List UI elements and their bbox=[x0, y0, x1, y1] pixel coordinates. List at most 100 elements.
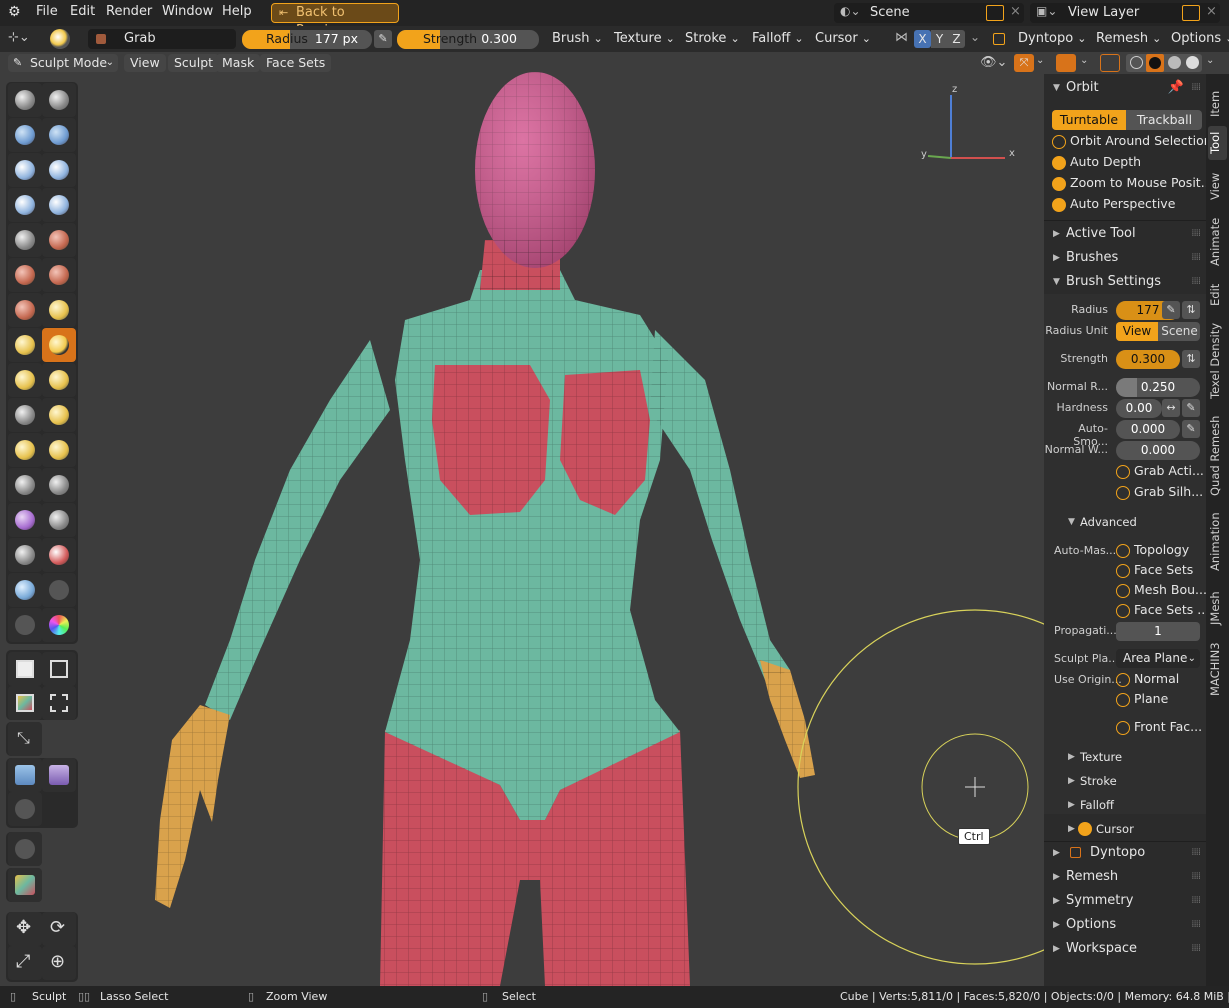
tab-texel-density[interactable]: Texel Density bbox=[1208, 318, 1227, 404]
trackball-option[interactable]: Trackball bbox=[1127, 110, 1202, 130]
new-scene-icon[interactable] bbox=[986, 5, 1004, 21]
transform-tool[interactable]: ⊕ bbox=[42, 946, 76, 980]
view-layer-name[interactable]: View Layer bbox=[1068, 5, 1139, 20]
blender-logo-icon[interactable]: ⚙ bbox=[8, 4, 21, 20]
symmetry-panel-header[interactable]: ▶ Symmetry ⁞⁞⁞⁞ bbox=[1044, 889, 1206, 913]
paint-tool[interactable] bbox=[42, 538, 76, 572]
dyntopo-panel-header[interactable]: ▶ Dyntopo ⁞⁞⁞⁞ bbox=[1044, 841, 1206, 865]
pin-icon[interactable]: 📌 bbox=[1168, 76, 1184, 100]
clay-strips-tool[interactable] bbox=[42, 118, 76, 152]
menu-render[interactable]: Render bbox=[106, 4, 152, 19]
smear-tool[interactable] bbox=[8, 573, 42, 607]
auto-perspective-checkbox[interactable]: Auto Perspective bbox=[1052, 195, 1175, 213]
orbit-around-selection-checkbox[interactable]: Orbit Around Selection bbox=[1052, 132, 1212, 150]
dyntopo-checkbox[interactable] bbox=[993, 33, 1005, 45]
menu-window[interactable]: Window bbox=[162, 4, 213, 19]
remesh-menu[interactable]: Remesh bbox=[1096, 29, 1161, 49]
front-faces-only-checkbox[interactable]: Front Fac... bbox=[1116, 718, 1202, 736]
zoom-to-mouse-checkbox[interactable]: Zoom to Mouse Posit... bbox=[1052, 174, 1213, 192]
dyntopo-enable-checkbox[interactable] bbox=[1070, 847, 1081, 858]
tab-quad-remesh[interactable]: Quad Remesh bbox=[1208, 410, 1227, 502]
hardness-field[interactable]: 0.00 bbox=[1116, 399, 1162, 418]
automask-face-sets-checkbox[interactable]: Face Sets bbox=[1116, 561, 1193, 579]
tab-edit[interactable]: Edit bbox=[1208, 278, 1227, 312]
custom-brush-none-1[interactable] bbox=[42, 573, 76, 607]
turntable-option[interactable]: Turntable bbox=[1052, 110, 1126, 130]
mode-selector[interactable]: ✎ Sculpt Mode ⌄ bbox=[8, 54, 118, 72]
box-face-set-tool[interactable] bbox=[8, 686, 42, 720]
radius-pressure-icon[interactable]: ✎ bbox=[374, 30, 392, 48]
drag-handle-icon[interactable]: ⁞⁞⁞⁞ bbox=[1191, 841, 1201, 865]
view-layer-selector[interactable]: ▣⌄ View Layer × bbox=[1030, 3, 1220, 23]
workspace-panel-header[interactable]: ▶ Workspace ⁞⁞⁞⁞ bbox=[1044, 937, 1206, 961]
radius-unified-icon[interactable]: ⇅ bbox=[1182, 301, 1200, 319]
grab-brush-icon[interactable] bbox=[50, 29, 70, 49]
rendered-shading-icon[interactable] bbox=[1186, 56, 1199, 69]
gizmo-x-label[interactable]: x bbox=[1009, 148, 1015, 159]
mask-tool[interactable] bbox=[42, 503, 76, 537]
pose-tool[interactable] bbox=[8, 398, 42, 432]
stroke-menu[interactable]: Stroke bbox=[685, 29, 740, 49]
use-original-plane-checkbox[interactable]: Plane bbox=[1116, 690, 1168, 708]
active-tool-panel-header[interactable]: ▶ Active Tool ⁞⁞⁞⁞ bbox=[1044, 222, 1206, 246]
drag-handle-icon[interactable]: ⁞⁞⁞⁞ bbox=[1191, 222, 1201, 246]
wireframe-shading-icon[interactable] bbox=[1130, 56, 1143, 69]
custom-tool-none-2[interactable] bbox=[8, 832, 42, 866]
strength-slider[interactable]: Strength 0.300 bbox=[397, 30, 539, 49]
cloth-filter-tool[interactable] bbox=[42, 758, 76, 792]
mask-by-color-tool[interactable] bbox=[8, 868, 42, 902]
advanced-subpanel-header[interactable]: ▼ Advanced bbox=[1044, 510, 1206, 534]
draw-brush-tool[interactable] bbox=[8, 83, 42, 117]
nudge-tool[interactable] bbox=[42, 398, 76, 432]
solid-shading-icon[interactable] bbox=[1146, 54, 1164, 72]
fill-tool[interactable] bbox=[8, 258, 42, 292]
brush-settings-panel-header[interactable]: ▼ Brush Settings ⁞⁞⁞⁞ bbox=[1044, 270, 1206, 294]
strength-setting-field[interactable]: 0.300 bbox=[1116, 350, 1180, 369]
slide-relax-tool[interactable] bbox=[42, 433, 76, 467]
pinch-tool[interactable] bbox=[42, 293, 76, 327]
tab-view[interactable]: View bbox=[1208, 166, 1227, 206]
falloff-menu[interactable]: Falloff bbox=[752, 29, 804, 49]
scene-name[interactable]: Scene bbox=[870, 5, 910, 20]
tab-tool[interactable]: Tool bbox=[1208, 126, 1227, 160]
tab-item[interactable]: Item bbox=[1208, 84, 1227, 124]
normal-radius-field[interactable]: 0.250 bbox=[1116, 378, 1200, 397]
auto-smooth-field[interactable]: 0.000 bbox=[1116, 420, 1180, 439]
symmetry-y-toggle[interactable]: Y bbox=[931, 30, 948, 48]
tab-animate[interactable]: Animate bbox=[1208, 212, 1227, 272]
clay-tool[interactable] bbox=[8, 118, 42, 152]
gizmo-options-icon[interactable]: ⌄ bbox=[1036, 55, 1044, 66]
snake-hook-tool[interactable] bbox=[8, 363, 42, 397]
menu-file[interactable]: File bbox=[36, 4, 58, 19]
sculpt-plane-dropdown[interactable]: Area Plane ⌄ bbox=[1116, 649, 1200, 668]
overlay-options-icon[interactable]: ⌄ bbox=[1080, 55, 1088, 66]
drag-handle-icon[interactable]: ⁞⁞⁞⁞ bbox=[1191, 865, 1201, 889]
elastic-deform-tool[interactable] bbox=[8, 328, 42, 362]
gizmo-toggle-icon[interactable]: ⤧ bbox=[1014, 54, 1034, 72]
line-project-tool[interactable]: ⤡ bbox=[8, 722, 42, 756]
boundary-tool[interactable] bbox=[8, 468, 42, 502]
gizmo-y-label[interactable]: y bbox=[921, 149, 927, 160]
rotate-tool[interactable]: ⟳ bbox=[42, 912, 76, 946]
hardness-pressure-icon[interactable]: ✎ bbox=[1182, 399, 1200, 417]
grab-tool[interactable] bbox=[42, 328, 76, 362]
rotate-brush-tool[interactable] bbox=[8, 433, 42, 467]
scene-selector[interactable]: ◐⌄ Scene × bbox=[834, 3, 1024, 23]
box-hide-tool[interactable] bbox=[42, 652, 76, 686]
drag-handle-icon[interactable]: ⁞⁞⁞⁞ bbox=[1191, 913, 1201, 937]
auto-depth-checkbox[interactable]: Auto Depth bbox=[1052, 153, 1141, 171]
tool-dropdown-icon[interactable]: ⊹⌄ bbox=[8, 30, 30, 45]
options-panel-header[interactable]: ▶ Options ⁞⁞⁞⁞ bbox=[1044, 913, 1206, 937]
shading-options-icon[interactable]: ⌄ bbox=[1206, 55, 1214, 66]
falloff-subpanel-header[interactable]: ▶ Falloff bbox=[1044, 793, 1206, 817]
drag-handle-icon[interactable]: ⁞⁞⁞⁞ bbox=[1191, 937, 1201, 961]
hardness-invert-icon[interactable]: ↔ bbox=[1162, 399, 1180, 417]
remesh-panel-header[interactable]: ▶ Remesh ⁞⁞⁞⁞ bbox=[1044, 865, 1206, 889]
drag-handle-icon[interactable]: ⁞⁞⁞⁞ bbox=[1191, 270, 1201, 294]
view-menu[interactable]: View bbox=[124, 54, 166, 72]
symmetry-z-toggle[interactable]: Z bbox=[948, 30, 965, 48]
cloth-tool[interactable] bbox=[42, 468, 76, 502]
brushes-panel-header[interactable]: ▶ Brushes ⁞⁞⁞⁞ bbox=[1044, 246, 1206, 270]
scrape-tool[interactable] bbox=[42, 258, 76, 292]
menu-edit[interactable]: Edit bbox=[70, 4, 95, 19]
